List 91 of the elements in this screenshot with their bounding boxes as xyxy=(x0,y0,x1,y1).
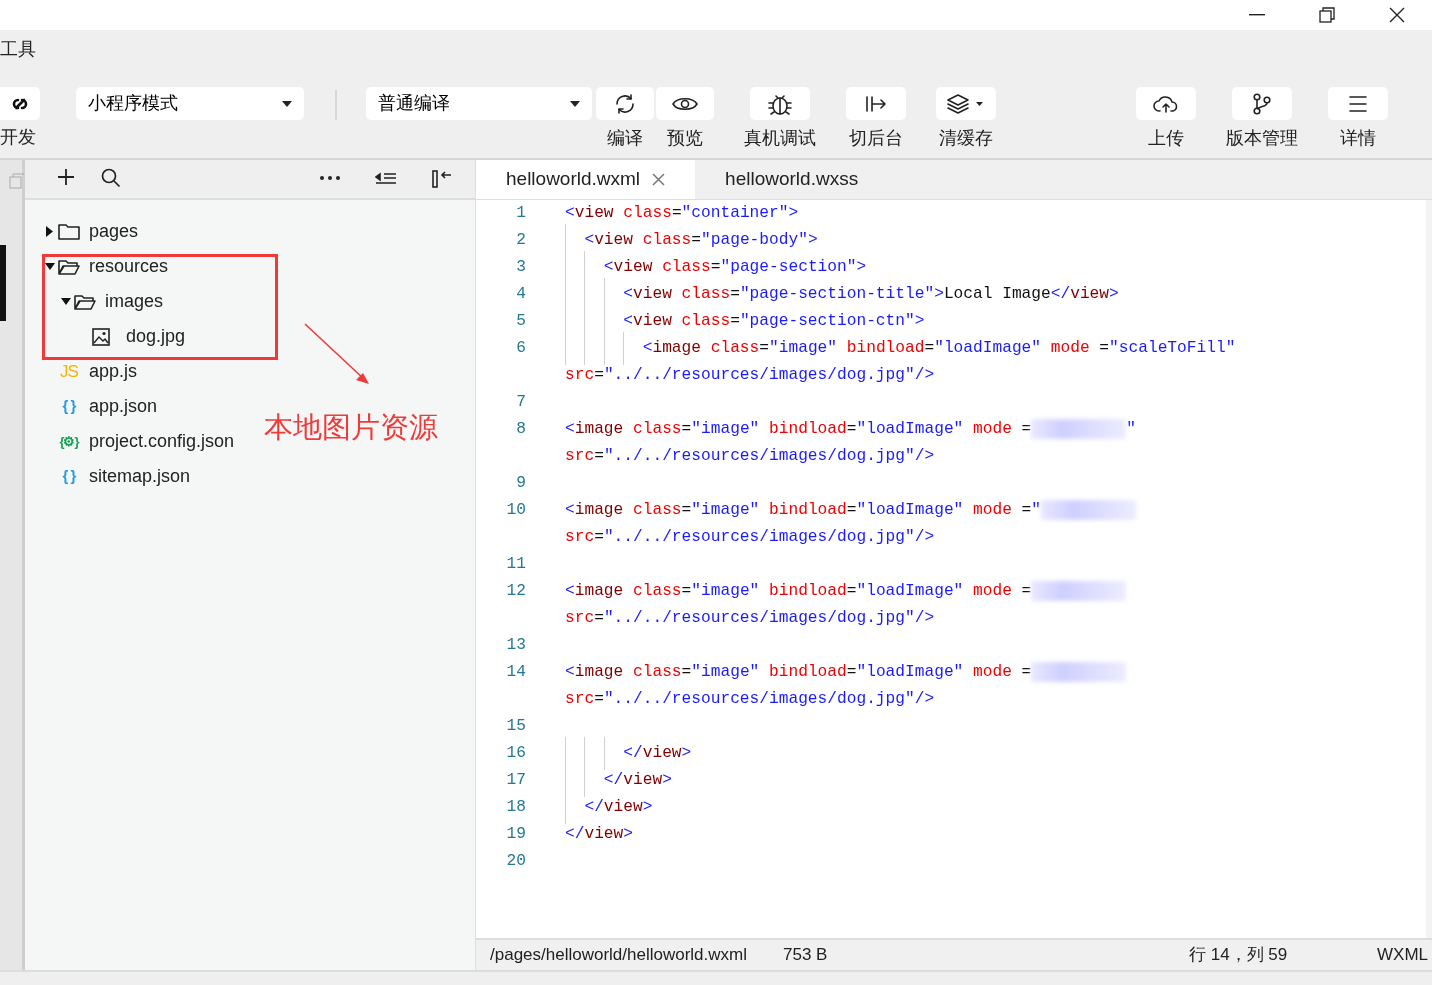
code-line: src="../../resources/images/dog.jpg"/> xyxy=(565,689,935,711)
sidebar-toggle-icon xyxy=(431,168,453,190)
file-type-icon: { } xyxy=(58,395,80,418)
toolbar-label: 预览 xyxy=(667,127,703,150)
tree-item[interactable]: dog.jpg xyxy=(25,319,186,354)
menu-button[interactable] xyxy=(1328,87,1388,120)
toolbar-label: 真机调试 xyxy=(744,127,816,150)
tree-item[interactable]: pages xyxy=(25,214,139,249)
image-file-icon xyxy=(90,326,112,347)
tree-item[interactable]: images xyxy=(25,284,164,319)
mode-label: 开发 xyxy=(0,126,36,149)
tree-item[interactable]: { } app.json xyxy=(25,389,158,424)
code-line: <image class="image" bindload="loadImage" mode =" xyxy=(565,498,1137,523)
refresh-icon xyxy=(613,91,637,116)
tree-item[interactable]: { } sitemap.json xyxy=(25,459,191,494)
cursor-position: 行 14，列 59 xyxy=(1189,944,1288,967)
line-number: 16 xyxy=(505,743,526,765)
code-line: <image class="image" bindload="loadImage" mode = xyxy=(565,579,1127,604)
annotation-label: 本地图片资源 xyxy=(264,410,438,445)
toolbar-label: 切后台 xyxy=(849,127,903,150)
line-number: 18 xyxy=(505,797,526,819)
cloud-upload-button[interactable] xyxy=(1136,87,1196,120)
line-number: 6 xyxy=(515,338,526,360)
minimize-icon xyxy=(1249,14,1265,16)
code-line: src="../../resources/images/dog.jpg"/> xyxy=(565,527,935,549)
language-label: WXML xyxy=(1377,944,1428,967)
file-size: 753 B xyxy=(783,944,828,967)
file-type-icon: {⚙} xyxy=(58,431,80,452)
toolbar-label: 版本管理 xyxy=(1226,127,1298,150)
file-type-icon: JS xyxy=(58,358,80,385)
code-line: src="../../resources/images/dog.jpg"/> xyxy=(565,365,935,387)
line-number: 8 xyxy=(515,419,526,441)
tree-item[interactable]: resources xyxy=(25,249,169,284)
caret-icon xyxy=(282,100,292,107)
refresh-button[interactable] xyxy=(596,87,654,120)
line-number: 9 xyxy=(515,473,526,495)
line-number: 7 xyxy=(515,392,526,414)
line-number: 1 xyxy=(515,203,526,225)
line-number: 10 xyxy=(505,500,526,522)
line-number: 5 xyxy=(515,311,526,333)
search-icon xyxy=(101,168,121,188)
add-button[interactable] xyxy=(57,168,75,186)
line-number: 17 xyxy=(505,770,526,792)
dropdown-select[interactable]: 普通编译 xyxy=(366,87,592,120)
line-number: 20 xyxy=(505,851,526,873)
close-icon xyxy=(1389,7,1405,23)
code-line: </view> xyxy=(565,824,633,846)
dropdown-select[interactable]: 小程序模式 xyxy=(76,87,304,120)
line-number: 15 xyxy=(505,716,526,738)
bug-button[interactable] xyxy=(750,87,810,120)
switch-icon xyxy=(864,93,888,114)
code-line: src="../../resources/images/dog.jpg"/> xyxy=(565,446,935,468)
more-icon xyxy=(320,176,340,180)
code-line: <image class="image" bindload="loadImage" mode = xyxy=(565,660,1127,685)
layers-button[interactable] xyxy=(936,87,996,120)
folder-icon xyxy=(58,221,80,242)
tree-item[interactable]: {⚙} project.config.json xyxy=(25,424,235,459)
line-number: 2 xyxy=(515,230,526,252)
add-icon xyxy=(57,168,75,186)
toolbar-label: 清缓存 xyxy=(939,127,993,150)
caret-icon xyxy=(570,100,580,107)
toolbar-label: 编译 xyxy=(607,127,643,150)
sidebar-toggle-button[interactable] xyxy=(431,168,453,190)
search-button[interactable] xyxy=(101,168,121,188)
line-number: 4 xyxy=(515,284,526,306)
file-type-icon: { } xyxy=(58,465,80,488)
toolbar-label: 详情 xyxy=(1340,127,1376,150)
code-line: src="../../resources/images/dog.jpg"/> xyxy=(565,608,935,630)
line-number: 19 xyxy=(505,824,526,846)
editor-tab[interactable]: helloworld.wxml xyxy=(476,160,696,199)
switch-button[interactable] xyxy=(846,87,906,120)
cloud-link-button[interactable] xyxy=(0,87,40,120)
file-path: /pages/helloworld/helloworld.wxml xyxy=(490,944,747,967)
tree-item[interactable]: JS app.js xyxy=(25,354,138,389)
menu-icon xyxy=(1348,94,1368,113)
line-number: 13 xyxy=(505,635,526,657)
line-number: 14 xyxy=(505,662,526,684)
line-number: 12 xyxy=(505,581,526,603)
cloud-upload-icon xyxy=(1153,93,1179,114)
line-number: 3 xyxy=(515,257,526,279)
branch-button[interactable] xyxy=(1232,87,1292,120)
code-line: <image class="image" bindload="loadImage" mode = " xyxy=(565,418,1137,442)
toolbar-label: 上传 xyxy=(1148,127,1184,150)
code-line: <view class="container"> xyxy=(565,203,799,225)
branch-icon xyxy=(1252,92,1272,115)
eye-button[interactable] xyxy=(656,87,714,120)
restore-icon xyxy=(1319,7,1335,23)
window-title: 工具 xyxy=(0,38,36,61)
line-number: 11 xyxy=(505,554,526,576)
layers-icon xyxy=(946,92,986,115)
close-icon[interactable] xyxy=(652,173,666,186)
